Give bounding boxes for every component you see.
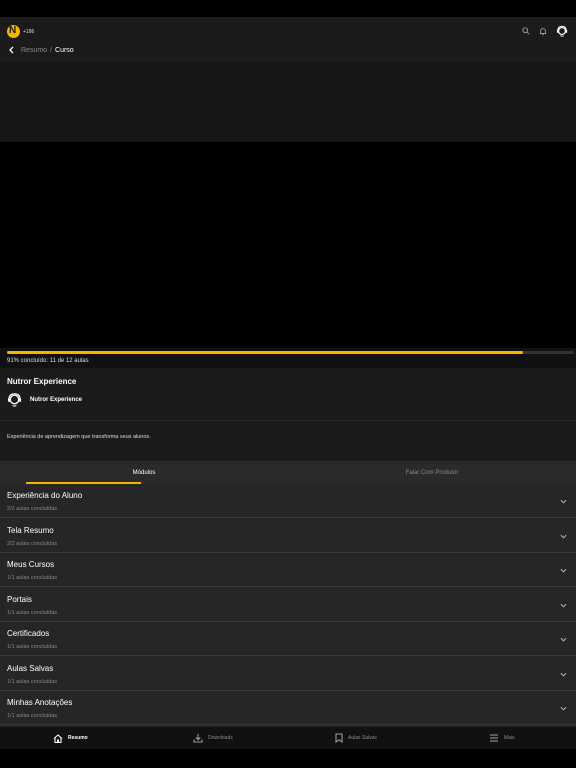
- producer: Nutror Experience: [7, 392, 82, 407]
- download-icon: [193, 734, 203, 743]
- chevron-down-icon[interactable]: [560, 636, 567, 643]
- support-agent-icon[interactable]: [556, 25, 568, 37]
- badge-count: +186: [23, 29, 35, 35]
- progress-label: 91% concluído: 11 de 12 aulas: [7, 358, 89, 364]
- module-item[interactable]: Meus Cursos 1/1 aulas concluídas: [0, 553, 576, 587]
- menu-icon: [490, 734, 498, 742]
- module-progress: 1/1 aulas concluídas: [7, 610, 58, 616]
- course-description: Experiência de aprendizagem que transfor…: [7, 434, 151, 440]
- content-tabs: Módulos Falar Com Produtor: [0, 461, 576, 484]
- producer-avatar-icon: [7, 393, 22, 407]
- module-list: Experiência do Aluno 2/2 aulas concluída…: [0, 484, 576, 727]
- module-item[interactable]: Certificados 1/1 aulas concluídas: [0, 622, 576, 656]
- breadcrumb-separator: /: [50, 46, 53, 54]
- chevron-down-icon[interactable]: [560, 671, 567, 678]
- nav-resumo[interactable]: Resumo: [53, 727, 88, 749]
- tab-modulos[interactable]: Módulos: [0, 461, 288, 484]
- module-progress: 2/2 aulas concluídas: [7, 506, 58, 512]
- module-item[interactable]: Aulas Salvas 1/1 aulas concluídas: [0, 657, 576, 691]
- nav-downloads-label: Downloads: [208, 735, 233, 741]
- home-icon: [53, 733, 63, 743]
- nav-mais-label: Mais: [504, 735, 515, 741]
- nav-downloads[interactable]: Downloads: [193, 727, 233, 749]
- module-progress: 1/1 aulas concluídas: [7, 679, 58, 685]
- module-title: Tela Resumo: [7, 526, 54, 535]
- chevron-down-icon[interactable]: [560, 705, 567, 712]
- module-item[interactable]: Tela Resumo 2/2 aulas concluídas: [0, 519, 576, 553]
- progress-fill: [7, 351, 523, 354]
- module-title: Experiência do Aluno: [7, 491, 83, 500]
- nav-mais[interactable]: Mais: [489, 727, 515, 749]
- nav-resumo-label: Resumo: [68, 735, 88, 741]
- video-player[interactable]: [0, 142, 576, 348]
- breadcrumb-current: Curso: [55, 46, 74, 54]
- nutror-logo[interactable]: [7, 25, 20, 38]
- module-progress: 1/1 aulas concluídas: [7, 713, 58, 719]
- course-progress: 91% concluído: 11 de 12 aulas: [0, 348, 576, 368]
- module-title: Minhas Anotações: [7, 698, 73, 707]
- module-item[interactable]: Portais 1/1 aulas concluídas: [0, 588, 576, 622]
- top-bar: +186 Resumo / Curso: [0, 17, 576, 62]
- course-title: Nutror Experience: [7, 377, 77, 386]
- module-title: Certificados: [7, 629, 50, 638]
- nav-aulas-salvas-label: Aulas Salvas: [348, 735, 377, 741]
- course-banner: [0, 62, 576, 142]
- module-title: Meus Cursos: [7, 560, 55, 569]
- bookmark-icon: [335, 733, 343, 743]
- back-arrow-icon[interactable]: [8, 46, 16, 54]
- module-title: Aulas Salvas: [7, 664, 54, 673]
- breadcrumb-parent[interactable]: Resumo: [21, 47, 47, 54]
- producer-name: Nutror Experience: [30, 396, 83, 403]
- chevron-down-icon[interactable]: [560, 498, 567, 505]
- chevron-down-icon[interactable]: [560, 567, 567, 574]
- module-progress: 2/2 aulas concluídas: [7, 541, 58, 547]
- progress-track: [7, 351, 574, 354]
- module-item[interactable]: Experiência do Aluno 2/2 aulas concluída…: [0, 484, 576, 518]
- search-icon[interactable]: [522, 27, 530, 35]
- chevron-down-icon[interactable]: [560, 602, 567, 609]
- module-progress: 1/1 aulas concluídas: [7, 644, 58, 650]
- module-progress: 1/1 aulas concluídas: [7, 575, 58, 581]
- tab-falar-com-produtor[interactable]: Falar Com Produtor: [288, 461, 576, 484]
- chevron-down-icon[interactable]: [560, 533, 567, 540]
- bottom-navigation: Resumo Downloads Aulas Salvas Mais: [0, 727, 576, 749]
- breadcrumb: Resumo / Curso: [8, 46, 74, 54]
- nav-aulas-salvas[interactable]: Aulas Salvas: [335, 727, 377, 749]
- module-title: Portais: [7, 595, 32, 604]
- divider: [0, 420, 576, 421]
- top-icons: [522, 25, 568, 37]
- course-info: Nutror Experience Nutror Experience Expe…: [0, 368, 576, 461]
- bell-icon[interactable]: [539, 27, 547, 36]
- module-item[interactable]: Minhas Anotações 1/1 aulas concluídas: [0, 691, 576, 725]
